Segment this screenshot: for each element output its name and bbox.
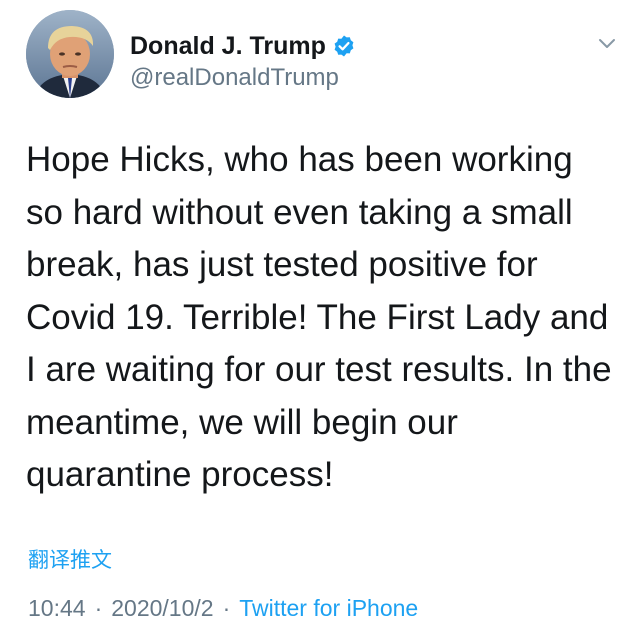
translate-tweet-link[interactable]: 翻译推文	[28, 544, 112, 574]
avatar-image	[26, 10, 114, 98]
verified-badge-icon	[334, 35, 354, 57]
separator: ·	[222, 595, 231, 621]
tweet-card: Donald J. Trump @realDonaldTrump Hope Hi…	[0, 0, 640, 642]
tweet-metadata: 10:44 · 2020/10/2 · Twitter for iPhone	[28, 595, 418, 622]
avatar[interactable]	[26, 10, 114, 98]
separator: ·	[94, 595, 103, 621]
tweet-source-link[interactable]: Twitter for iPhone	[239, 595, 418, 622]
tweet-header: Donald J. Trump @realDonaldTrump	[26, 10, 626, 100]
chevron-down-icon[interactable]	[596, 32, 618, 54]
display-name[interactable]: Donald J. Trump	[130, 32, 326, 61]
tweet-text: Hope Hicks, who has been working so hard…	[26, 140, 612, 494]
tweet-time: 10:44	[28, 595, 86, 621]
tweet-date: 2020/10/2	[111, 595, 214, 621]
name-row: Donald J. Trump	[130, 30, 356, 62]
handle[interactable]: @realDonaldTrump	[130, 64, 339, 92]
